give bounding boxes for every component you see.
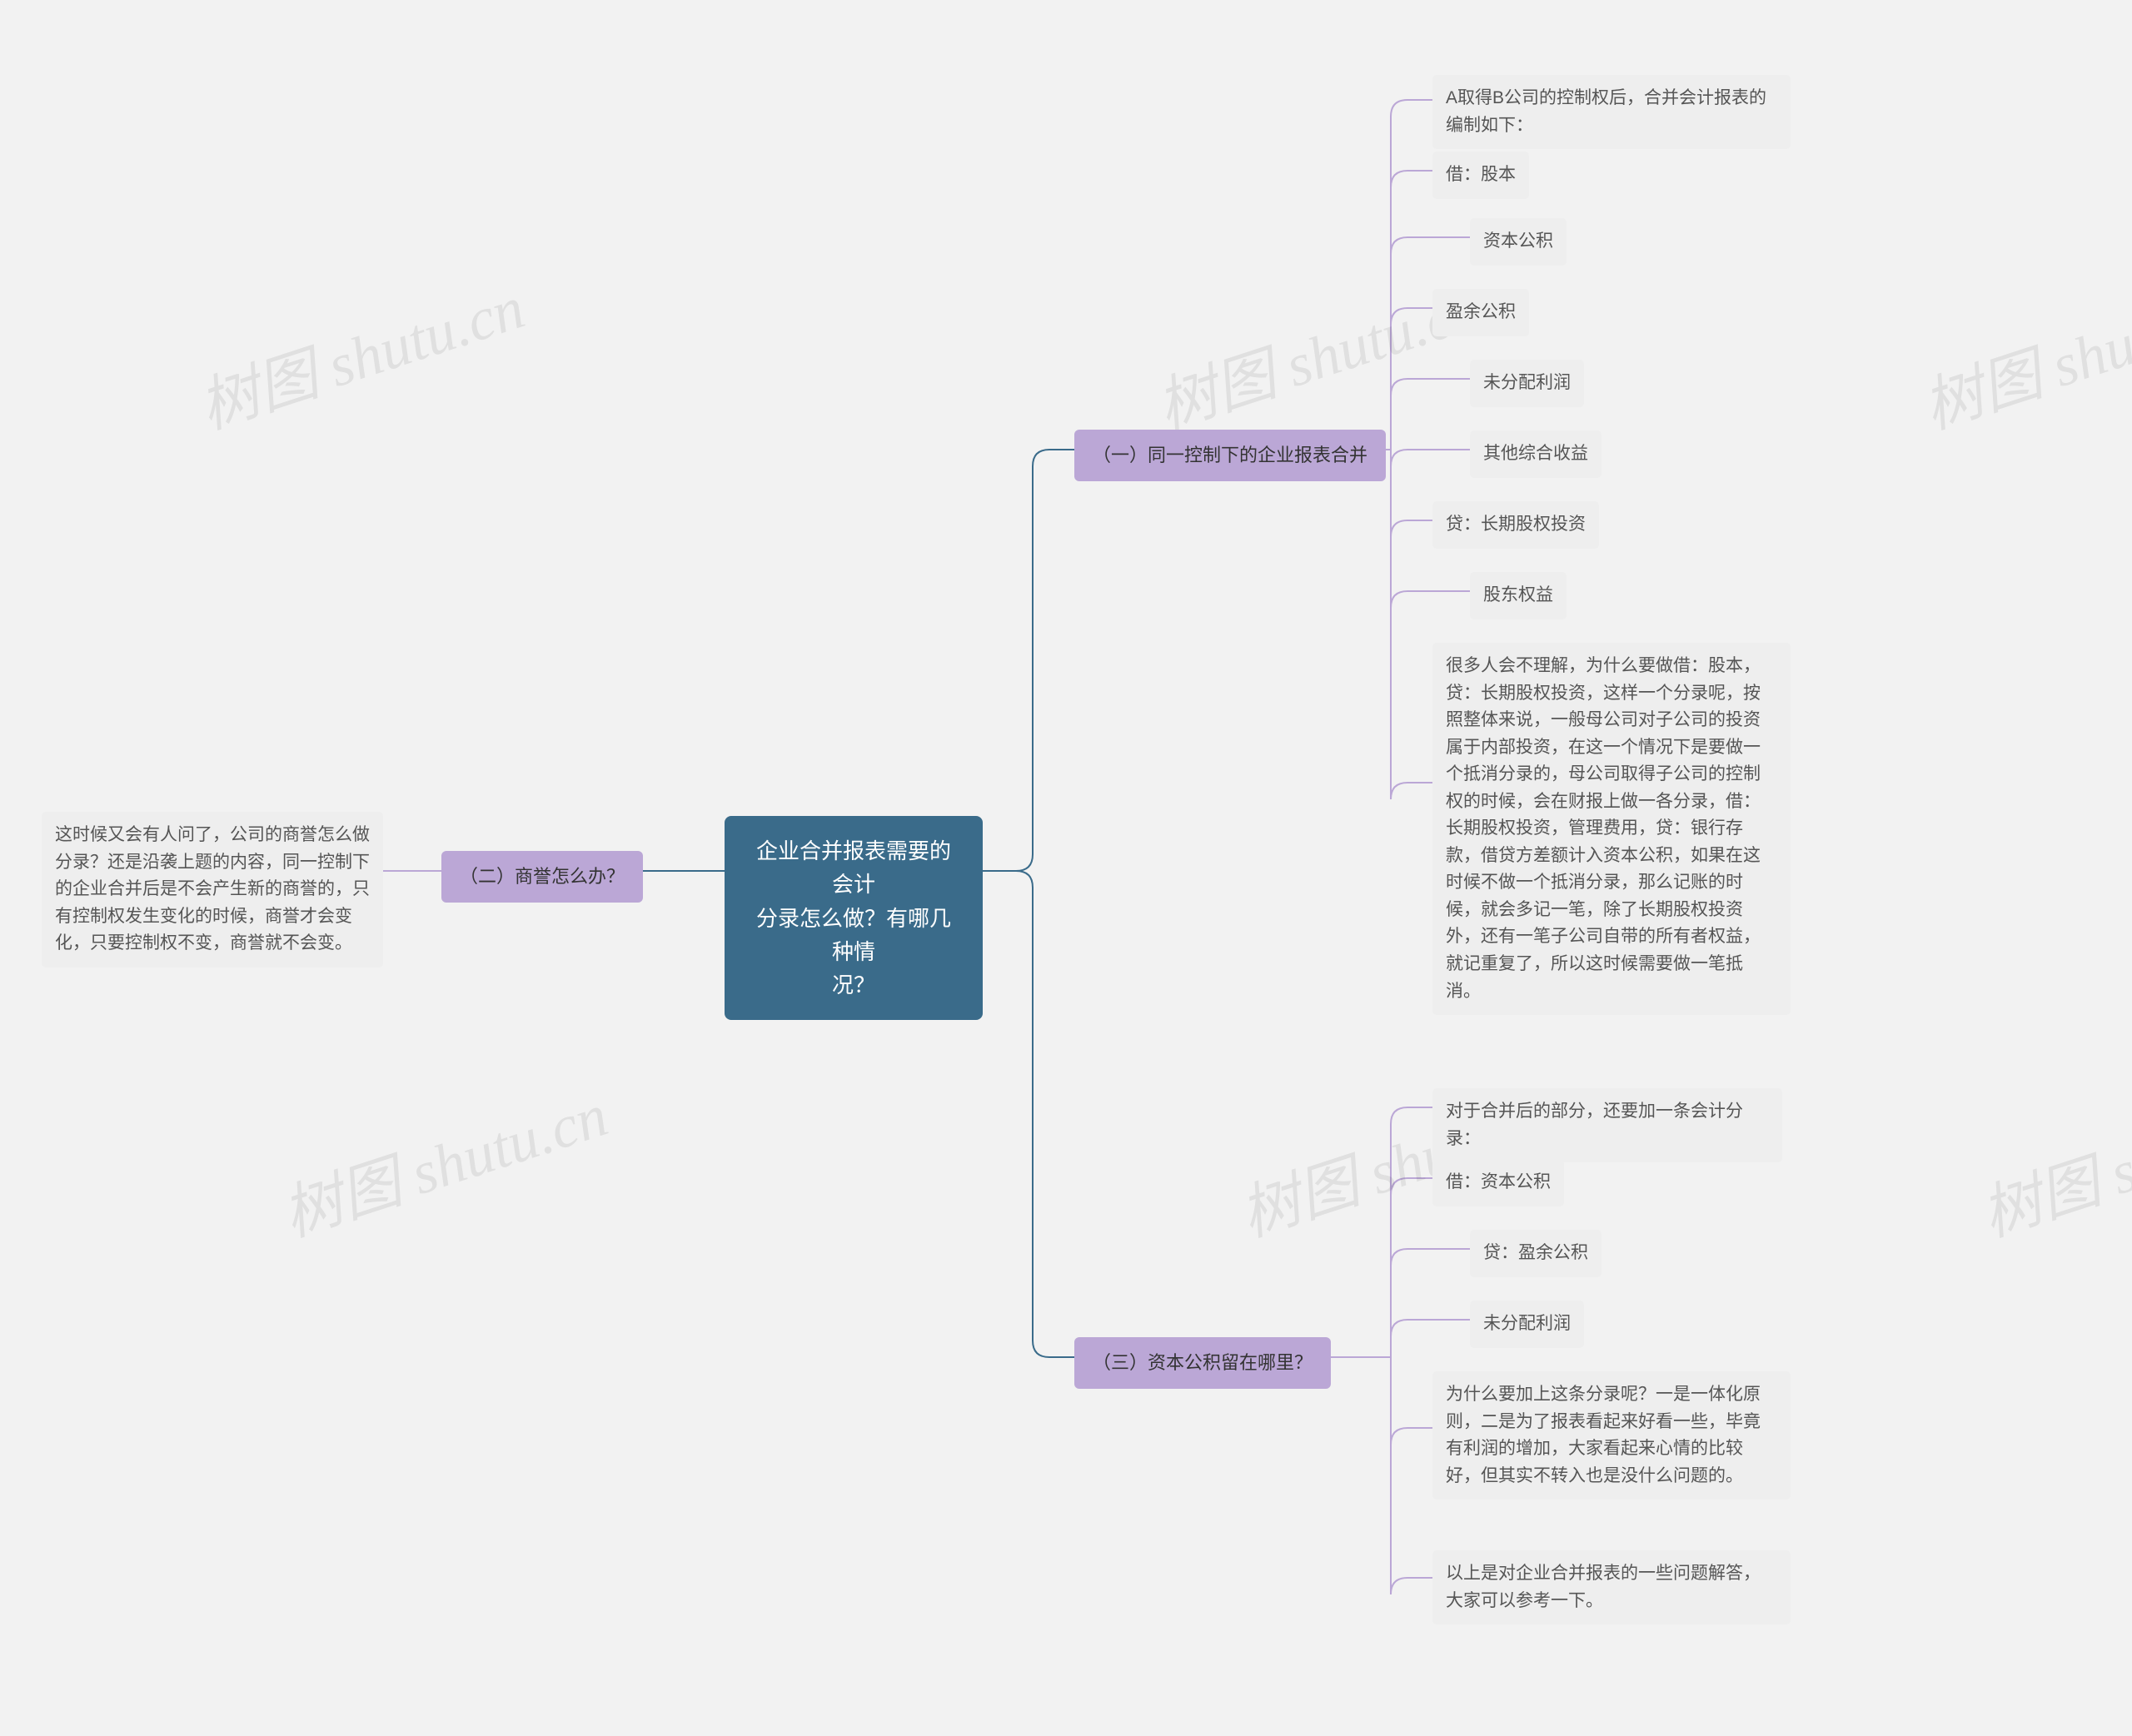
watermark: 树图 shutu.cn [1144, 258, 1492, 445]
root-title-l3: 况？ [832, 972, 875, 997]
leaf-goodwill-text: 这时候又会有人问了，公司的商誉怎么做分录？还是沿袭上题的内容，同一控制下的企业合… [42, 812, 383, 967]
branch-capital-reserve-label: （三）资本公积留在哪里？ [1093, 1352, 1313, 1373]
leaf-1-other-income: 其他综合收益 [1470, 430, 1601, 478]
leaf-1-intro: A取得B公司的控制权后，合并会计报表的编制如下： [1432, 75, 1791, 149]
leaf-3-credit: 贷：盈余公积 [1470, 1230, 1601, 1277]
root-title-l2: 分录怎么做？有哪几种情 [756, 906, 951, 964]
branch-same-control-label: （一）同一控制下的企业报表合并 [1093, 445, 1367, 465]
root-title-l1: 企业合并报表需要的会计 [756, 838, 951, 897]
leaf-1-equity: 股东权益 [1470, 572, 1567, 619]
root-node: 企业合并报表需要的会计 分录怎么做？有哪几种情 况？ [725, 816, 983, 1020]
branch-capital-reserve: （三）资本公积留在哪里？ [1074, 1337, 1331, 1389]
branch-goodwill-label: （二）商誉怎么办？ [460, 866, 625, 887]
watermark: 树图 shutu.cn [270, 1066, 617, 1253]
watermark: 树图 shutu.cn [187, 258, 534, 445]
leaf-1-surplus: 盈余公积 [1432, 289, 1529, 336]
watermark: 树图 shutu.cn [1910, 258, 2132, 445]
leaf-1-debit-capital: 借：股本 [1432, 152, 1529, 199]
watermark: 树图 shutu.cn [1969, 1066, 2132, 1253]
leaf-3-summary: 以上是对企业合并报表的一些问题解答，大家可以参考一下。 [1432, 1550, 1791, 1624]
leaf-1-undist-profit: 未分配利润 [1470, 360, 1584, 407]
branch-same-control: （一）同一控制下的企业报表合并 [1074, 430, 1386, 481]
leaf-3-why: 为什么要加上这条分录呢？一是一体化原则，二是为了报表看起来好看一些，毕竟有利润的… [1432, 1371, 1791, 1500]
leaf-3-intro: 对于合并后的部分，还要加一条会计分录： [1432, 1088, 1782, 1162]
leaf-3-undist: 未分配利润 [1470, 1301, 1584, 1348]
leaf-1-credit-invest: 贷：长期股权投资 [1432, 501, 1599, 549]
branch-goodwill: （二）商誉怎么办？ [441, 851, 643, 903]
leaf-1-explain: 很多人会不理解，为什么要做借：股本，贷：长期股权投资，这样一个分录呢，按照整体来… [1432, 643, 1791, 1015]
leaf-1-capital-reserve: 资本公积 [1470, 218, 1567, 266]
leaf-3-debit: 借：资本公积 [1432, 1159, 1564, 1206]
